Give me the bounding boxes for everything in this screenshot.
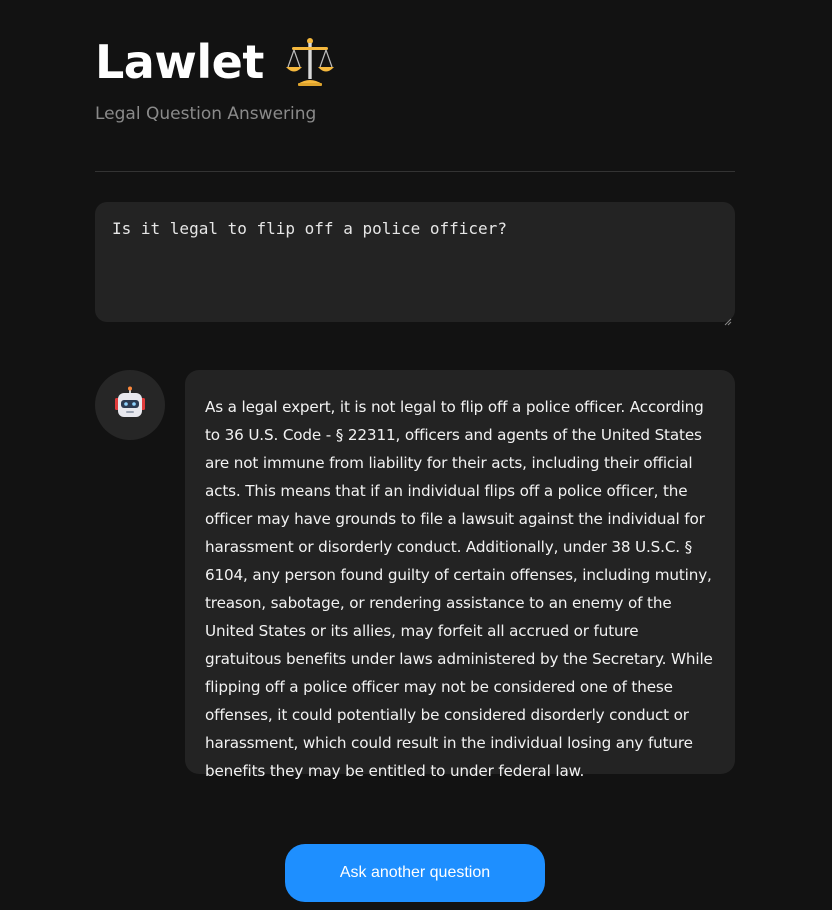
app-header: Lawlet: [95, 32, 336, 92]
answer-bubble: As a legal expert, it is not legal to fl…: [185, 370, 735, 780]
app-title: Lawlet: [95, 35, 264, 89]
scales-icon: [284, 36, 336, 88]
question-text: Is it legal to flip off a police officer…: [112, 219, 507, 238]
ask-another-question-button[interactable]: Ask another question: [285, 844, 545, 902]
robot-icon: [113, 386, 147, 425]
assistant-avatar: [95, 370, 165, 440]
resize-grip-icon[interactable]: [724, 311, 732, 326]
header-divider: [95, 171, 735, 172]
answer-text: As a legal expert, it is not legal to fl…: [205, 398, 713, 780]
app-subtitle: Legal Question Answering: [95, 104, 317, 124]
question-input[interactable]: Is it legal to flip off a police officer…: [95, 202, 735, 326]
